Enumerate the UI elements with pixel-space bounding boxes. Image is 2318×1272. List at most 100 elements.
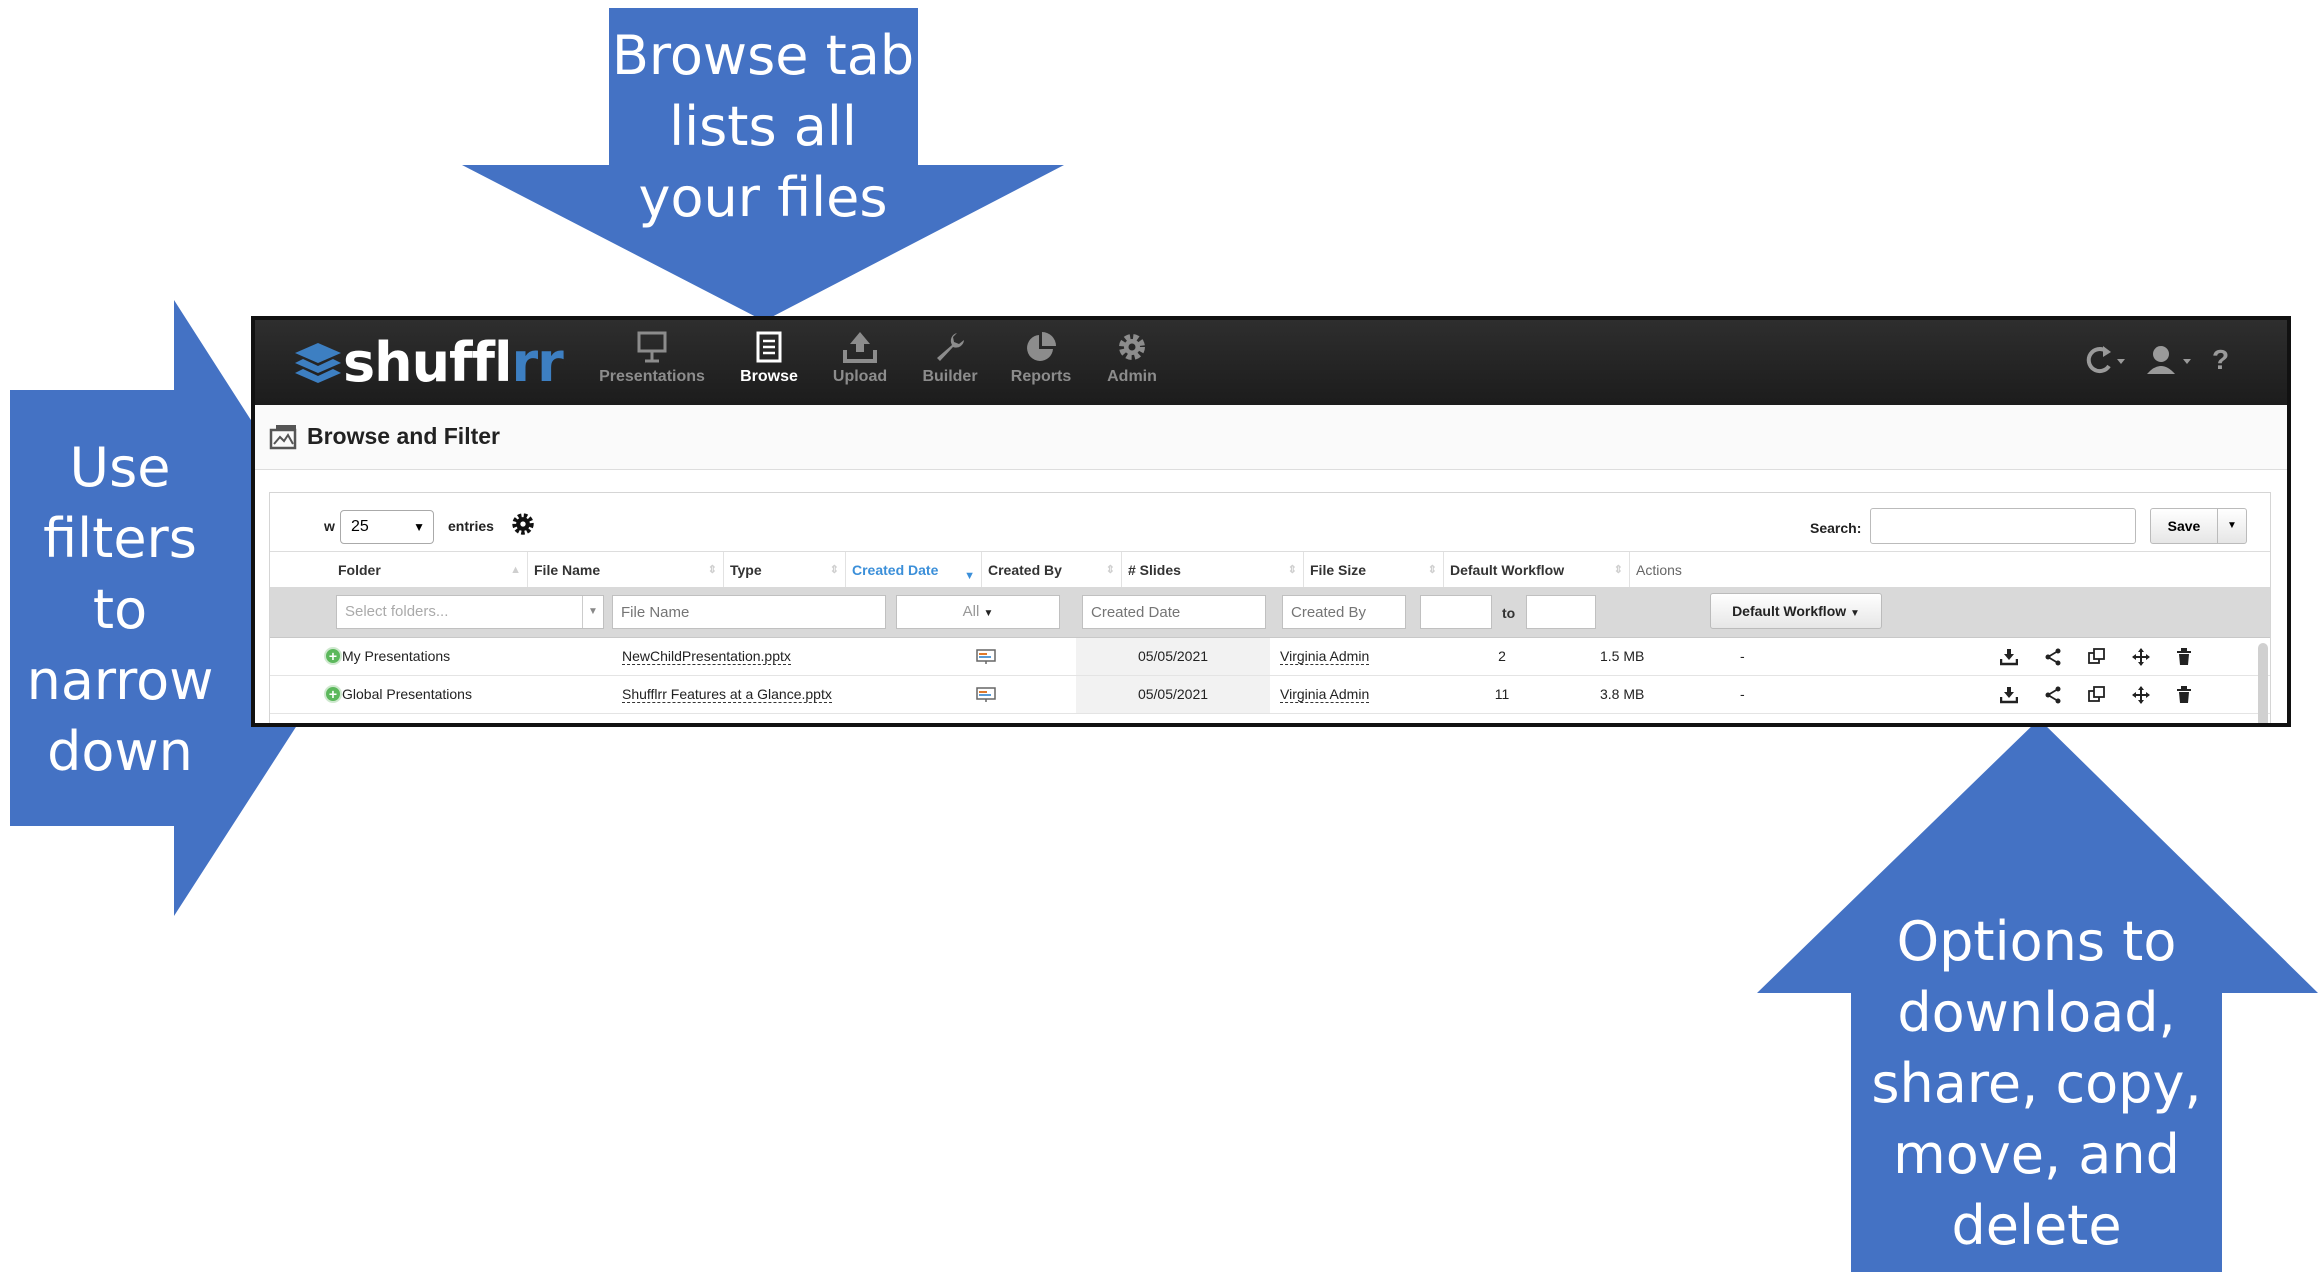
- share-icon[interactable]: [2044, 648, 2062, 666]
- col-header-slides[interactable]: # Slides ⇕: [1122, 552, 1304, 588]
- header-label: Created Date: [852, 562, 939, 578]
- type-filter-select[interactable]: All ▼: [896, 595, 1060, 629]
- move-icon[interactable]: [2132, 648, 2150, 666]
- nav-label: Upload: [832, 368, 888, 385]
- settings-gear-icon[interactable]: [510, 511, 536, 537]
- move-icon[interactable]: [2132, 686, 2150, 704]
- cell-file-size: 1.5 MB: [1600, 648, 1645, 664]
- table-scrollbar[interactable]: [2258, 643, 2268, 723]
- nav-label: Presentations: [599, 368, 705, 385]
- gear-icon: [1119, 334, 1145, 360]
- page-title: Browse and Filter: [307, 423, 500, 449]
- created-by-link[interactable]: Virginia Admin: [1280, 648, 1370, 665]
- slides-to-label: to: [1502, 605, 1516, 621]
- sort-icon: ⇕: [1105, 564, 1115, 576]
- header-label: Actions: [1636, 562, 1682, 578]
- header-label: File Name: [534, 562, 601, 578]
- col-header-file-name[interactable]: File Name ⇕: [528, 552, 724, 588]
- col-header-type[interactable]: Type ⇕: [724, 552, 846, 588]
- cell-folder: Global Presentations: [342, 686, 472, 702]
- col-header-created-by[interactable]: Created By ⇕: [982, 552, 1122, 588]
- nav-label: Builder: [922, 368, 978, 385]
- cell-folder: My Presentations: [342, 648, 451, 664]
- table-filter-row: Select folders... ▼ All ▼ to Default Work…: [270, 587, 2270, 638]
- layers-logo-icon: [295, 343, 341, 383]
- cell-workflow: -: [1740, 648, 1745, 664]
- delete-icon[interactable]: [2176, 648, 2192, 666]
- app-window: shufflrr Presentations Browse Upload Bui…: [251, 316, 2291, 727]
- help-button[interactable]: ?: [2212, 344, 2229, 376]
- col-header-folder[interactable]: Folder ▲: [332, 552, 528, 588]
- sync-menu[interactable]: [2081, 344, 2127, 385]
- sort-icon: ⇕: [1287, 564, 1297, 576]
- cell-slides: 11: [1494, 686, 1510, 702]
- cell-file-name[interactable]: Shufflrr Features at a Glance.pptx: [616, 676, 896, 713]
- slides-from-filter[interactable]: [1420, 595, 1492, 629]
- entries-value: 25: [351, 518, 369, 535]
- cell-type: [896, 676, 1076, 713]
- presentation-file-icon: [976, 649, 996, 665]
- cell-workflow: -: [1740, 686, 1745, 702]
- cell-file-name[interactable]: NewChildPresentation.pptx: [616, 638, 896, 675]
- download-icon[interactable]: [2000, 686, 2018, 704]
- workflow-filter-button[interactable]: Default Workflow ▼: [1710, 593, 1882, 629]
- search-input[interactable]: [1870, 508, 2136, 544]
- workflow-filter-value: Default Workflow: [1732, 603, 1847, 619]
- sort-icon: ⇕: [1427, 564, 1437, 576]
- cell-created-date: 05/05/2021: [1076, 638, 1270, 675]
- wrench-icon: [937, 333, 964, 361]
- search-label: Search:: [1810, 520, 1862, 536]
- page-header: Browse and Filter: [255, 405, 2287, 470]
- copy-icon[interactable]: [2088, 648, 2106, 666]
- header-label: Created By: [988, 562, 1062, 578]
- nav-label: Admin: [1107, 368, 1157, 385]
- col-header-file-size[interactable]: File Size ⇕: [1304, 552, 1444, 588]
- sort-icon: ⇕: [1613, 564, 1623, 576]
- created-by-filter[interactable]: [1282, 595, 1406, 629]
- type-filter-value: All: [962, 603, 980, 620]
- save-dropdown-button[interactable]: ▼: [2217, 508, 2247, 544]
- file-name-link[interactable]: Shufflrr Features at a Glance.pptx: [622, 686, 832, 703]
- cell-type: [896, 638, 1076, 675]
- presentation-icon: [637, 331, 667, 363]
- show-label: w: [324, 518, 335, 534]
- chevron-down-icon: ▼: [582, 596, 603, 628]
- sort-icon: ▲: [510, 564, 521, 576]
- logo-text: shufflrr: [343, 330, 564, 394]
- callout-text-left: Use filters to narrow down: [26, 436, 214, 783]
- caret-down-icon: ▼: [983, 608, 994, 619]
- delete-icon[interactable]: [2176, 686, 2192, 704]
- nav-label: Browse: [740, 368, 798, 385]
- header-label: Type: [730, 562, 762, 578]
- save-button[interactable]: Save: [2150, 508, 2218, 544]
- nav-admin[interactable]: Admin: [1077, 330, 1187, 386]
- file-name-filter[interactable]: [612, 595, 886, 629]
- cell-slides: 2: [1498, 648, 1506, 664]
- pie-chart-icon: [1027, 332, 1056, 361]
- table-row[interactable]: + My Presentations NewChildPresentation.…: [270, 638, 2270, 676]
- file-name-link[interactable]: NewChildPresentation.pptx: [622, 648, 791, 665]
- entries-select[interactable]: 25 ▼: [340, 510, 434, 544]
- table-header-row: Folder ▲ File Name ⇕ Type ⇕ Created Date ▼ C…: [270, 551, 2270, 589]
- created-by-link[interactable]: Virginia Admin: [1280, 686, 1370, 703]
- slides-to-filter[interactable]: [1526, 595, 1596, 629]
- share-icon[interactable]: [2044, 686, 2062, 704]
- folder-filter-select[interactable]: Select folders... ▼: [336, 595, 604, 629]
- created-date-filter[interactable]: [1082, 595, 1266, 629]
- chevron-down-icon: ▼: [413, 520, 425, 534]
- nav-presentations[interactable]: Presentations: [597, 330, 707, 386]
- copy-icon[interactable]: [2088, 686, 2106, 704]
- table-row[interactable]: + Global Presentations Shufflrr Features…: [270, 676, 2270, 714]
- download-icon[interactable]: [2000, 648, 2018, 666]
- col-header-created-date[interactable]: Created Date ▼: [846, 552, 982, 588]
- upload-icon: [843, 332, 877, 363]
- header-label: # Slides: [1128, 562, 1181, 578]
- browse-icon: [756, 331, 782, 363]
- cell-created-date: 05/05/2021: [1076, 676, 1270, 713]
- user-menu[interactable]: [2145, 344, 2195, 385]
- col-header-default-workflow[interactable]: Default Workflow ⇕: [1444, 552, 1630, 588]
- shufflrr-logo[interactable]: shufflrr: [293, 330, 564, 394]
- cell-created-by[interactable]: Virginia Admin: [1274, 638, 1414, 675]
- cell-created-by[interactable]: Virginia Admin: [1274, 676, 1414, 713]
- browse-filter-icon: [269, 425, 297, 450]
